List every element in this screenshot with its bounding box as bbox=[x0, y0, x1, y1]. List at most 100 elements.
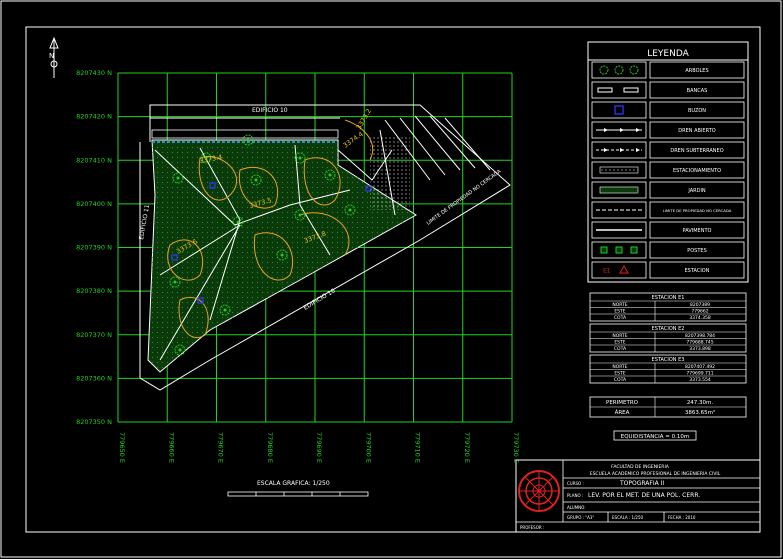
grid-y-label: 8207430 N bbox=[76, 69, 112, 77]
station-field: COTA bbox=[614, 315, 627, 321]
grid-x-label: 779700 E bbox=[364, 432, 372, 463]
contour-label: 3374.4 bbox=[342, 130, 365, 150]
station-title: ESTACION E3 bbox=[652, 357, 685, 363]
grid-x-label: 779670 E bbox=[217, 432, 225, 463]
faculty-label: FACULTAD DE INGENIERIA bbox=[611, 464, 670, 470]
legend-label: BANCAS bbox=[687, 88, 708, 94]
grid-y-label: 8207410 N bbox=[76, 156, 112, 164]
north-label: N bbox=[49, 52, 54, 60]
legend-label: ESTACIONAMIENTO bbox=[673, 168, 721, 174]
scale-bar bbox=[227, 491, 369, 497]
grid-x-label: 779710 E bbox=[414, 432, 422, 463]
grid-y-labels: 8207430 N 8207420 N 8207410 N 8207400 N 8207… bbox=[76, 69, 112, 426]
grid-x-label: 779650 E bbox=[118, 432, 126, 463]
station-value: 3374.358 bbox=[689, 315, 711, 321]
station-tables: ESTACION E1 NORTE 8207389 ESTE 779662 COTA 337… bbox=[589, 292, 747, 384]
station-value: 779699.711 bbox=[686, 371, 713, 377]
buzon-icon bbox=[614, 105, 624, 115]
dren-abierto-icon bbox=[596, 128, 642, 132]
station-table-2: ESTACION E2 NORTE 8207398.784 ESTE 779688.74… bbox=[589, 323, 747, 353]
curso-value: TOPOGRAFIA II bbox=[619, 480, 664, 487]
jardin-icon bbox=[599, 186, 639, 194]
cad-drawing: N 8207430 N8207420 N8207410 N8207400 N82… bbox=[0, 0, 782, 558]
grupo-label: GRUPO : "A3" bbox=[567, 515, 594, 520]
grid-y-label: 8207380 N bbox=[76, 287, 112, 295]
legend-label: BUZON bbox=[688, 108, 706, 114]
station-value: 8207389 bbox=[690, 302, 710, 308]
school-label: ESCUELA ACADEMICO PROFESIONAL DE INGENIE… bbox=[590, 471, 721, 477]
station-title: ESTACION E1 bbox=[652, 295, 685, 301]
legend: LEYENDA ARBOLES BANCAS BUZON DREN ABIERTO DR… bbox=[587, 41, 749, 283]
legend-row-estacionamiento: ESTACIONAMIENTO bbox=[591, 161, 745, 179]
legend-label: DREN SUBTERRANEO bbox=[670, 148, 723, 154]
fecha-label: FECHA : 2010 bbox=[668, 515, 696, 520]
summary-field: PERIMETRO bbox=[606, 400, 639, 406]
legend-row-estacion: ESTACION E1 bbox=[591, 261, 745, 279]
grid-x-label: 779730 E bbox=[512, 432, 520, 463]
legend-label: ESTACION bbox=[685, 268, 710, 274]
title-block: FACULTAD DE INGENIERIA ESCUELA ACADEMICO… bbox=[515, 459, 761, 533]
svg-text:E1: E1 bbox=[603, 268, 611, 275]
grid-y-label: 8207420 N bbox=[76, 113, 112, 121]
legend-row-buzon: BUZON bbox=[591, 101, 745, 119]
legend-label: JARDIN bbox=[687, 188, 706, 194]
alumno-label: ALUMNO: bbox=[567, 505, 586, 510]
summary-table: PERIMETRO 247.30m. ÁREA 3863.65m² bbox=[589, 396, 747, 418]
station-value: 8207407.492 bbox=[685, 364, 715, 370]
summary-value: 3863.65m² bbox=[685, 409, 715, 416]
grid-y-label: 8207350 N bbox=[76, 418, 112, 426]
legend-row-postes: POSTES bbox=[591, 241, 745, 259]
station-title: ESTACION E2 bbox=[652, 326, 685, 332]
legend-row-benches: BANCAS bbox=[591, 81, 745, 99]
legend-title: LEYENDA bbox=[647, 49, 689, 59]
station-field: NORTE bbox=[612, 364, 627, 370]
escala-label: ESCALA : 1/250 bbox=[612, 515, 644, 520]
grid-x-label: 779680 E bbox=[266, 432, 274, 463]
curso-label: CURSO : bbox=[567, 481, 584, 486]
trees-icon bbox=[599, 65, 639, 75]
limite-label: LIMITE DE PROPIEDAD NO CERCADA bbox=[426, 168, 503, 226]
station-field: ESTE bbox=[614, 371, 625, 377]
station-value: 8207398.784 bbox=[685, 333, 715, 339]
legend-row-jardin: JARDIN bbox=[591, 181, 745, 199]
legend-row-trees: ARBOLES bbox=[591, 61, 745, 79]
estacionamiento-icon bbox=[599, 166, 639, 174]
grid-x-label: 779660 E bbox=[167, 432, 175, 463]
station-field: COTA bbox=[614, 346, 627, 352]
edificio-top-label: EDIFICIO 10 bbox=[252, 107, 288, 114]
legend-label: ARBOLES bbox=[685, 68, 708, 74]
station-value: 3373.554 bbox=[689, 377, 711, 383]
station-table-3: ESTACION E3 NORTE 8207407.492 ESTE 779699.71… bbox=[589, 354, 747, 384]
grid-y-label: 8207390 N bbox=[76, 244, 112, 252]
grid-x-labels: 779650 E 779660 E 779670 E 779680 E 779690 E… bbox=[118, 432, 520, 463]
scale-label: ESCALA GRAFICA: 1/250 bbox=[257, 480, 330, 487]
legend-row-pavimento: PAVIMENTO bbox=[591, 221, 745, 239]
grid-y-label: 8207400 N bbox=[76, 200, 112, 208]
station-value: 3373.898 bbox=[689, 346, 711, 352]
station-value: 779662 bbox=[691, 309, 708, 315]
station-field: NORTE bbox=[612, 333, 627, 339]
profesor-label: PROFESOR : bbox=[520, 525, 544, 530]
dren-subterraneo-icon bbox=[596, 148, 642, 152]
equidistancia-label: EQUIDISTANCIA = 0.10m bbox=[621, 434, 690, 440]
university-logo-icon bbox=[518, 470, 560, 512]
grid-y-label: 8207370 N bbox=[76, 331, 112, 339]
legend-label: PAVIMENTO bbox=[683, 228, 712, 234]
legend-label: DREN ABIERTO bbox=[678, 128, 715, 134]
summary-field: ÁREA bbox=[615, 409, 630, 416]
legend-label: POSTES bbox=[687, 248, 707, 254]
station-field: NORTE bbox=[612, 302, 627, 308]
station-value: 779688.745 bbox=[686, 340, 713, 346]
estacion-icon: E1 bbox=[603, 264, 629, 275]
north-arrow: N bbox=[49, 36, 59, 78]
station-field: ESTE bbox=[614, 309, 625, 315]
station-field: COTA bbox=[614, 377, 627, 383]
summary-value: 247.30m. bbox=[687, 400, 714, 406]
station-table-1: ESTACION E1 NORTE 8207389 ESTE 779662 COTA 337… bbox=[589, 292, 747, 322]
grid-x-label: 779720 E bbox=[463, 432, 471, 463]
legend-label: LIMITE DE PROPIEDAD NO CERCADA bbox=[663, 208, 732, 213]
grid-y-label: 8207360 N bbox=[76, 374, 112, 382]
station-field: ESTE bbox=[614, 340, 625, 346]
legend-row-dren-abierto: DREN ABIERTO bbox=[591, 121, 745, 139]
legend-row-dren-subterraneo: DREN SUBTERRANEO bbox=[591, 141, 745, 159]
